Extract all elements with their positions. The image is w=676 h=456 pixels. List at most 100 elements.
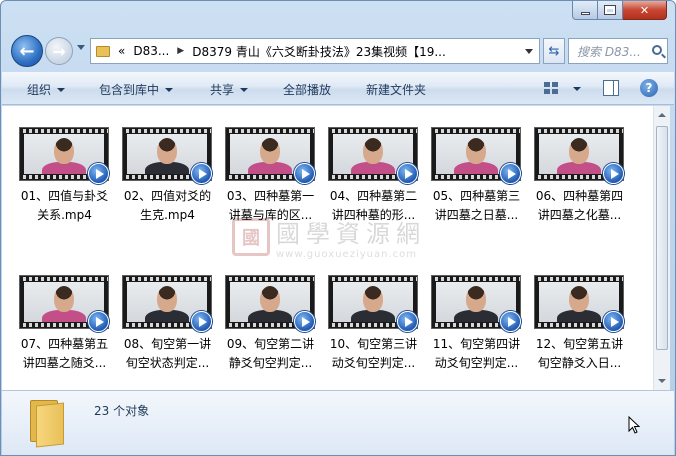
file-name-line-1: 12、旬空第五讲 (535, 337, 624, 351)
back-button[interactable]: ← (11, 35, 43, 67)
search-icon (652, 45, 662, 55)
file-name-line-2: 讲四墓之日墓... (434, 208, 519, 222)
new-folder-label: 新建文件夹 (366, 83, 427, 97)
view-options-icon[interactable] (544, 82, 558, 94)
file-name: 08、旬空第一讲 旬空状态判定... (110, 335, 225, 373)
details-pane: 23 个对象 (2, 390, 674, 455)
file-name-line-2: 关系.mp4 (37, 208, 92, 222)
command-bar: 组织 包含到库中 共享 全部播放 新建文件夹 ? (2, 72, 674, 105)
search-input[interactable]: 搜索 D83... (568, 38, 668, 64)
scroll-up-icon[interactable] (658, 113, 666, 117)
file-name-line-1: 06、四种墓第四 (535, 189, 624, 203)
refresh-icon: ⇆ (548, 43, 560, 59)
file-item[interactable]: 05、四种墓第三 讲四墓之日墓... (419, 127, 522, 257)
media-player-icon (88, 311, 109, 332)
file-item[interactable]: 07、四种墓第五 讲四墓之随爻... (7, 275, 110, 390)
close-button[interactable]: ✕ (623, 1, 667, 20)
file-name: 11、旬空第四讲 动爻旬空判定... (419, 335, 534, 373)
play-all-button[interactable]: 全部播放 (283, 81, 331, 98)
file-name: 07、四种墓第五 讲四墓之随爻... (7, 335, 122, 373)
mouse-cursor-icon (628, 416, 640, 434)
forward-button[interactable]: → (45, 37, 73, 65)
file-name-line-1: 02、四值对爻的 (123, 189, 212, 203)
media-player-icon (603, 163, 624, 184)
file-name: 10、旬空第三讲 动爻旬空判定... (316, 335, 431, 373)
chevron-down-icon (57, 87, 66, 92)
preview-pane-icon[interactable] (603, 80, 619, 96)
media-player-icon (500, 311, 521, 332)
media-player-icon (191, 163, 212, 184)
file-name: 12、旬空第五讲 旬空静爻入日... (522, 335, 637, 373)
file-name-line-2: 动爻旬空判定... (434, 356, 519, 370)
file-name: 03、四种墓第一 讲墓与库的区... (213, 187, 328, 225)
breadcrumb-current[interactable]: D8379 青山《六爻断卦技法》23集视频【19... (192, 43, 446, 60)
file-item[interactable]: 06、四种墓第四 讲四墓之化墓... (522, 127, 625, 257)
file-item[interactable]: 12、旬空第五讲 旬空静爻入日... (522, 275, 625, 390)
file-name: 04、四种墓第二 讲四种墓的形... (316, 187, 431, 225)
help-icon: ? (645, 81, 653, 95)
include-in-library-label: 包含到库中 (99, 83, 160, 97)
refresh-button[interactable]: ⇆ (543, 38, 565, 64)
file-name: 01、四值与卦爻 关系.mp4 (7, 187, 122, 225)
vertical-scrollbar[interactable] (653, 106, 670, 390)
include-in-library-menu[interactable]: 包含到库中 (99, 81, 174, 98)
media-player-icon (397, 311, 418, 332)
play-all-label: 全部播放 (283, 83, 332, 97)
file-name-line-1: 10、旬空第三讲 (329, 337, 418, 351)
item-count: 23 个对象 (94, 404, 150, 418)
media-player-icon (88, 163, 109, 184)
file-name: 09、旬空第二讲 静爻旬空判定... (213, 335, 328, 373)
explorer-window: ✕ ← → « D83... ▶ D8379 青山《六爻断卦技法》23集视频【1… (0, 0, 676, 456)
media-player-icon (500, 163, 521, 184)
scroll-down-icon[interactable] (658, 379, 666, 383)
minimize-icon (580, 11, 590, 15)
organize-menu[interactable]: 组织 (27, 81, 66, 98)
file-item[interactable]: 01、四值与卦爻 关系.mp4 (7, 127, 110, 257)
file-name-line-2: 动爻旬空判定... (331, 356, 416, 370)
share-label: 共享 (210, 83, 235, 97)
arrow-left-icon: ← (19, 40, 35, 62)
file-item[interactable]: 10、旬空第三讲 动爻旬空判定... (316, 275, 419, 390)
file-item[interactable]: 02、四值对爻的 生克.mp4 (110, 127, 213, 257)
address-dropdown[interactable] (525, 49, 533, 54)
recent-pages-dropdown[interactable] (77, 45, 85, 50)
breadcrumb-separator-icon[interactable]: ▶ (177, 46, 184, 56)
scroll-thumb[interactable] (656, 126, 668, 350)
file-name-line-1: 11、旬空第四讲 (432, 337, 521, 351)
view-options-dropdown[interactable] (573, 87, 581, 91)
file-name: 05、四种墓第三 讲四墓之日墓... (419, 187, 534, 225)
help-button[interactable]: ? (640, 79, 658, 97)
file-name: 06、四种墓第四 讲四墓之化墓... (522, 187, 637, 225)
file-name-line-1: 04、四种墓第二 (329, 189, 418, 203)
chevron-down-icon (165, 87, 174, 92)
file-name-line-2: 生克.mp4 (140, 208, 195, 222)
file-list: 國 國學資源網 www.guoxueziyuan.com 01、四值与卦爻 关系.… (2, 106, 653, 390)
file-item[interactable]: 04、四种墓第二 讲四种墓的形... (316, 127, 419, 257)
navigation-bar: ← → « D83... ▶ D8379 青山《六爻断卦技法》23集视频【19.… (11, 34, 668, 68)
minimize-button[interactable] (572, 1, 598, 20)
file-name-line-2: 静爻旬空判定... (228, 356, 313, 370)
file-item[interactable]: 08、旬空第一讲 旬空状态判定... (110, 275, 213, 390)
address-overflow[interactable]: « (118, 44, 125, 58)
address-bar[interactable]: « D83... ▶ D8379 青山《六爻断卦技法》23集视频【19... (90, 38, 540, 64)
organize-label: 组织 (27, 83, 52, 97)
chevron-down-icon (240, 87, 249, 92)
file-item[interactable]: 11、旬空第四讲 动爻旬空判定... (419, 275, 522, 390)
maximize-button[interactable] (598, 1, 623, 20)
share-menu[interactable]: 共享 (210, 81, 249, 98)
file-name-line-1: 03、四种墓第一 (226, 189, 315, 203)
file-item[interactable]: 03、四种墓第一 讲墓与库的区... (213, 127, 316, 257)
file-name: 02、四值对爻的 生克.mp4 (110, 187, 225, 225)
file-name-line-2: 讲墓与库的区... (228, 208, 313, 222)
breadcrumb-parent[interactable]: D83... (133, 44, 169, 58)
caption-buttons: ✕ (572, 1, 667, 21)
file-name-line-2: 讲四种墓的形... (331, 208, 416, 222)
arrow-right-icon: → (52, 41, 66, 61)
file-name-line-1: 01、四值与卦爻 (20, 189, 109, 203)
file-name-line-1: 05、四种墓第三 (432, 189, 521, 203)
file-item[interactable]: 09、旬空第二讲 静爻旬空判定... (213, 275, 316, 390)
media-player-icon (603, 311, 624, 332)
file-name-line-2: 讲四墓之化墓... (537, 208, 622, 222)
folder-icon (28, 400, 68, 448)
new-folder-button[interactable]: 新建文件夹 (366, 81, 426, 98)
